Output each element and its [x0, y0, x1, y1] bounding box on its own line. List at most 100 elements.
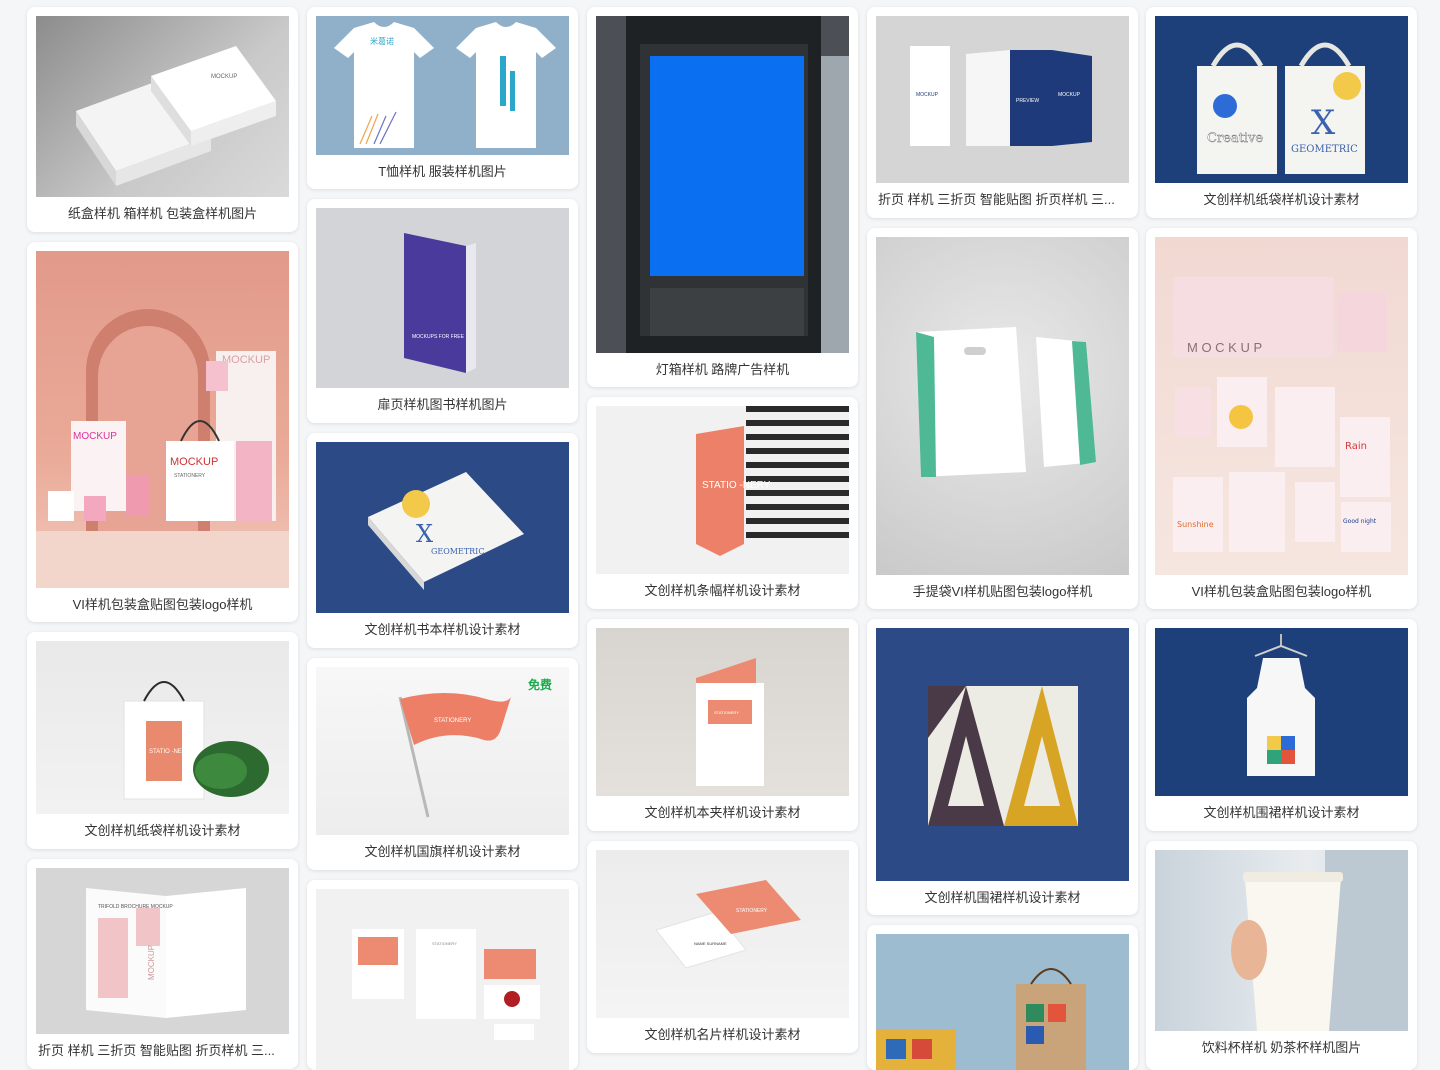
card-caption[interactable]: 饮料杯样机 奶茶杯样机图片	[1155, 1031, 1408, 1065]
business-card-illustration: NAME SURNAME STATIONERY	[655, 880, 801, 969]
letterhead-logo: STATIONERY	[432, 941, 457, 946]
mockup-card-paper-bags-set[interactable]	[867, 925, 1138, 1070]
thumbnail-cup[interactable]	[1155, 850, 1408, 1031]
thumbnail-vi-packaging[interactable]: MOCKUP MOCKUP MOCKUP STATIONERY	[36, 251, 289, 588]
paper-box-illustration: MOCKUP	[76, 46, 276, 186]
cartoon-night-text: Good night	[1343, 518, 1377, 525]
thumbnail-trifold-a[interactable]: TRIFOLD BROCHURE MOCKUP MOCKUP	[36, 868, 289, 1034]
mockup-card-paper-bag[interactable]: STATIO -NERY 文创样机纸袋样机设计素材	[27, 632, 298, 849]
mockup-card-book-cover[interactable]: MOCKUPS FOR FREE 扉页样机图书样机图片	[307, 199, 578, 423]
thumbnail-paper-bags-set[interactable]	[876, 934, 1129, 1070]
mockup-card-flag[interactable]: STATIONERY 文创样机国旗样机设计素材 免费	[307, 658, 578, 870]
card-caption[interactable]: 文创样机纸袋样机设计素材	[1155, 183, 1408, 217]
card-caption[interactable]: 灯箱样机 路牌广告样机	[596, 353, 849, 387]
mockup-card-handbag[interactable]: 手提袋VI样机贴图包装logo样机	[867, 228, 1138, 609]
mockup-card-trifold-b[interactable]: MOCKUP PREVIEW MOCKUP 折页 样机 三折页 智能贴图 折页样…	[867, 7, 1138, 218]
thumbnail-vi-cartoon[interactable]: M O C K U P Rain Sunshine Good night	[1155, 237, 1408, 575]
thumbnail-tshirt[interactable]: 米葛诺	[316, 16, 569, 155]
fold-right-text: MOCKUP	[1058, 92, 1081, 98]
bag-tag-text: STATIO -NERY	[149, 749, 190, 755]
mockup-card-lightbox[interactable]: 灯箱样机 路牌广告样机	[587, 7, 858, 387]
geometric-book-illustration: X GEOMETRIC	[368, 472, 524, 590]
paper-bags-set-illustration	[876, 968, 1086, 1070]
lightbox-illustration	[596, 16, 849, 353]
cartoon-rain-text: Rain	[1345, 441, 1367, 452]
thumbnail-stationery-set[interactable]: STATIONERY	[316, 889, 569, 1070]
mockup-sign-text: MOCKUP	[222, 354, 270, 366]
mockup-card-geometric-book[interactable]: X GEOMETRIC 文创样机书本样机设计素材	[307, 433, 578, 648]
mockup-card-trifold-a[interactable]: TRIFOLD BROCHURE MOCKUP MOCKUP 折页 样机 三折页…	[27, 859, 298, 1069]
mockup-card-paper-box[interactable]: MOCKUP 纸盒样机 箱样机 包装盒样机图片	[27, 7, 298, 232]
card-caption[interactable]: 文创样机条幅样机设计素材	[596, 574, 849, 608]
bag-a-label: MOCKUP	[73, 431, 117, 442]
fold-mid-text: PREVIEW	[1016, 98, 1039, 104]
card-caption[interactable]: 文创样机纸袋样机设计素材	[36, 814, 289, 848]
vi-packaging-illustration: MOCKUP MOCKUP MOCKUP STATIONERY	[36, 309, 289, 588]
trifold-b-illustration: MOCKUP PREVIEW MOCKUP	[910, 46, 1092, 146]
book-cover-illustration: MOCKUPS FOR FREE	[404, 233, 476, 373]
thumbnail-lightbox[interactable]	[596, 16, 849, 353]
card-caption[interactable]: 文创样机围裙样机设计素材	[876, 881, 1129, 915]
tribal-cloth-illustration	[928, 686, 1078, 826]
thumbnail-trifold-b[interactable]: MOCKUP PREVIEW MOCKUP	[876, 16, 1129, 183]
thumbnail-apron[interactable]	[1155, 628, 1408, 796]
mockup-card-stationery-set[interactable]: STATIONERY	[307, 880, 578, 1070]
mockup-card-apron[interactable]: 文创样机围裙样机设计素材	[1146, 619, 1417, 831]
card-caption[interactable]: 扉页样机图书样机图片	[316, 388, 569, 422]
card-caption[interactable]: T恤样机 服装样机图片	[316, 155, 569, 189]
folder-label: STATIONERY	[714, 710, 739, 715]
wall-mockup-text: M O C K U P	[1187, 340, 1262, 355]
stationery-set-illustration: STATIONERY	[352, 929, 540, 1040]
tshirt-print: 米葛诺	[370, 36, 394, 46]
tshirt-illustration: 米葛诺	[334, 22, 556, 148]
card-caption[interactable]: 文创样机书本样机设计素材	[316, 613, 569, 647]
thumbnail-paper-box[interactable]: MOCKUP	[36, 16, 289, 197]
tote-x-letter: X	[1311, 103, 1336, 143]
cup-illustration	[1231, 850, 1408, 1031]
mockup-card-tshirt[interactable]: 米葛诺 T恤样机 服装样机图片	[307, 7, 578, 189]
card-caption[interactable]: VI样机包装盒贴图包装logo样机	[36, 588, 289, 622]
fold-left-text: MOCKUP	[916, 92, 939, 98]
card-caption[interactable]: 纸盒样机 箱样机 包装盒样机图片	[36, 197, 289, 231]
thumbnail-paper-bag[interactable]: STATIO -NERY	[36, 641, 289, 814]
card-caption[interactable]: 手提袋VI样机贴图包装logo样机	[876, 575, 1129, 609]
mockup-card-tote-bag[interactable]: Creative X GEOMETRIC 文创样机纸袋样机设计素材	[1146, 7, 1417, 218]
box-lid-label: MOCKUP	[211, 74, 237, 80]
card-caption[interactable]: 文创样机国旗样机设计素材	[316, 835, 569, 869]
thumbnail-tribal-cloth[interactable]	[876, 628, 1129, 881]
thumbnail-handbag[interactable]	[876, 237, 1129, 575]
cartoon-sunshine-text: Sunshine	[1177, 520, 1214, 529]
mockup-card-business-card[interactable]: NAME SURNAME STATIONERY 文创样机名片样机设计素材	[587, 841, 858, 1053]
mockup-card-vi-cartoon[interactable]: M O C K U P Rain Sunshine Good night VI样…	[1146, 228, 1417, 609]
trifold-a-illustration: TRIFOLD BROCHURE MOCKUP MOCKUP	[86, 888, 246, 1018]
thumbnail-banner[interactable]: STATIO -NERY	[596, 406, 849, 574]
geo-x-letter: X	[416, 520, 433, 548]
mockup-card-cup[interactable]: 饮料杯样机 奶茶杯样机图片	[1146, 841, 1417, 1070]
thumbnail-business-card[interactable]: NAME SURNAME STATIONERY	[596, 850, 849, 1018]
card-caption[interactable]: 折页 样机 三折页 智能贴图 折页样机 三...	[876, 183, 1129, 217]
card-name-text: NAME SURNAME	[694, 941, 727, 946]
apron-illustration	[1247, 634, 1315, 776]
bag-b-label: MOCKUP	[170, 456, 218, 468]
card-caption[interactable]: VI样机包装盒贴图包装logo样机	[1155, 575, 1408, 609]
thumbnail-geometric-book[interactable]: X GEOMETRIC	[316, 442, 569, 613]
brochure-title: TRIFOLD BROCHURE MOCKUP	[98, 904, 173, 910]
card-caption[interactable]: 折页 样机 三折页 智能贴图 折页样机 三...	[36, 1034, 289, 1068]
card-caption[interactable]: 文创样机围裙样机设计素材	[1155, 796, 1408, 830]
bag-sub-label: STATIONERY	[174, 473, 206, 479]
brochure-side-text: MOCKUP	[147, 945, 156, 980]
mockup-card-tribal-cloth[interactable]: 文创样机围裙样机设计素材	[867, 619, 1138, 915]
card-caption[interactable]: 文创样机本夹样机设计素材	[596, 796, 849, 830]
thumbnail-book-cover[interactable]: MOCKUPS FOR FREE	[316, 208, 569, 388]
mockup-card-banner[interactable]: STATIO -NERY 文创样机条幅样机设计素材	[587, 397, 858, 609]
card-caption[interactable]: 文创样机名片样机设计素材	[596, 1018, 849, 1052]
thumbnail-folder[interactable]: STATIONERY	[596, 628, 849, 796]
mockup-card-vi-packaging[interactable]: MOCKUP MOCKUP MOCKUP STATIONERY VI样机包装盒贴…	[27, 242, 298, 622]
flag-text: STATIONERY	[434, 718, 471, 724]
folder-illustration: STATIONERY	[696, 658, 764, 786]
tote-bag-illustration: Creative X GEOMETRIC	[1197, 42, 1365, 174]
thumbnail-tote-bag[interactable]: Creative X GEOMETRIC	[1155, 16, 1408, 183]
mockup-card-folder[interactable]: STATIONERY 文创样机本夹样机设计素材	[587, 619, 858, 831]
handbag-illustration	[916, 327, 1096, 477]
banner-text: STATIO -NERY	[702, 480, 771, 491]
